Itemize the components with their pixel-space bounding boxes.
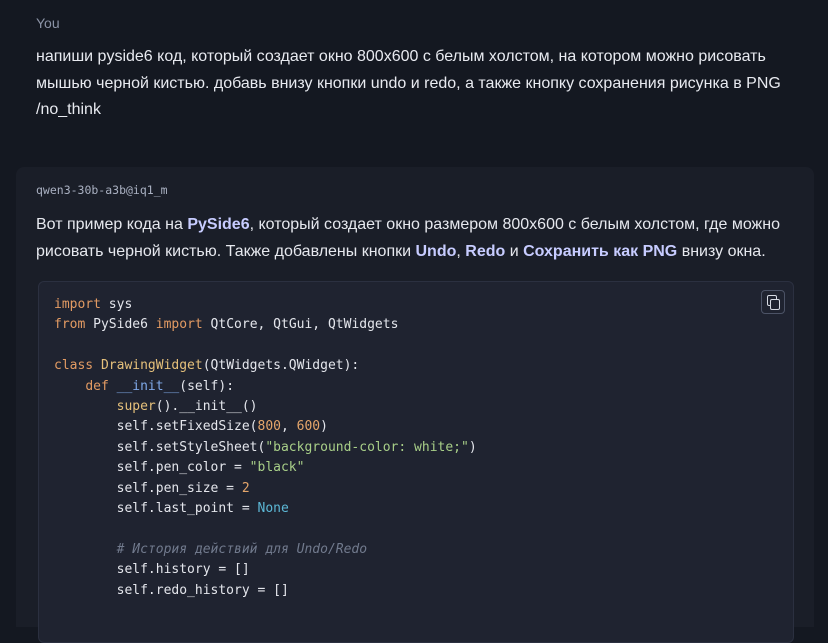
code-line-4: class DrawingWidget(QtWidgets.QWidget): (54, 358, 360, 374)
code-line-2: from PySide6 import QtCore, QtGui, QtWid… (54, 317, 399, 333)
intro-text-5: внизу окна. (677, 243, 766, 260)
intro-text-4: и (505, 243, 524, 260)
code-line-13: # История действий для Undo/Redo (116, 541, 368, 557)
code-line-8: self.setStyleSheet("background-color: wh… (54, 439, 477, 455)
intro-bold-pyside6: PySide6 (187, 216, 250, 233)
intro-bold-undo: Undo (415, 243, 457, 260)
code-block: import sys from PySide6 import QtCore, Q… (38, 281, 794, 643)
code-line-6: super().__init__() (116, 399, 258, 415)
code-line-9: self.pen_color = "black" (54, 460, 305, 476)
code-line-7: self.setFixedSize(800, 600) (54, 419, 328, 435)
model-name-label: qwen3-30b-a3b@iq1_m (36, 183, 168, 197)
intro-text-1: Вот пример кода на (36, 216, 188, 233)
copy-icon-front (770, 299, 780, 310)
user-message: You напиши pyside6 код, который создает … (0, 0, 828, 155)
intro-bold-save-png: Сохранить как PNG (523, 243, 678, 260)
assistant-message: qwen3-30b-a3b@iq1_m Вот пример кода на P… (16, 167, 814, 643)
assistant-intro-text: Вот пример кода на PySide6, который созд… (36, 211, 796, 265)
code-line-10: self.pen_size = 2 (54, 480, 250, 496)
code-line-15: self.redo_history = [] (54, 582, 289, 598)
intro-bold-redo: Redo (465, 243, 506, 260)
code-line-5: def __init__(self): (85, 378, 235, 394)
code-line-11: self.last_point = None (54, 501, 289, 517)
user-message-text: напиши pyside6 код, который создает окно… (36, 48, 781, 118)
code-line-14: self.history = [] (54, 562, 250, 578)
user-author-label: You (36, 15, 60, 31)
code-content: import sys from PySide6 import QtCore, Q… (54, 295, 477, 601)
code-line-1: import sys (54, 297, 133, 312)
copy-code-button[interactable] (761, 290, 785, 314)
intro-text-3: , (456, 243, 466, 260)
